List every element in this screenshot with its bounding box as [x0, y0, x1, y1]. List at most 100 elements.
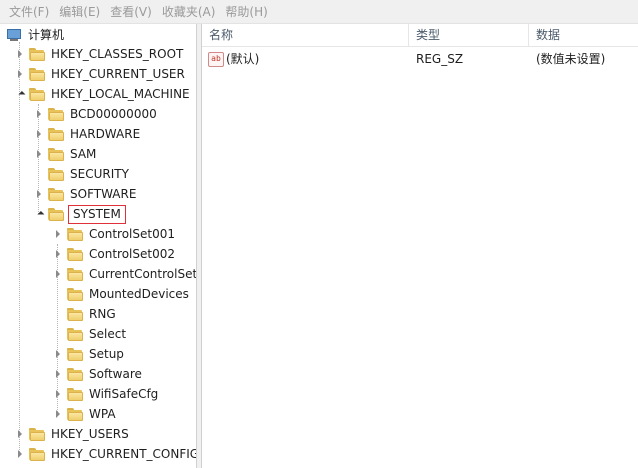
- tree-node[interactable]: SYSTEM: [33, 204, 126, 224]
- tree-node[interactable]: HKEY_CURRENT_CONFIG: [14, 444, 196, 464]
- tree-node[interactable]: SAM: [33, 144, 98, 164]
- tree-node[interactable]: ControlSet002: [52, 244, 177, 264]
- expand-arrow-icon[interactable]: [33, 104, 45, 124]
- registry-tree[interactable]: 计算机 HKEY_CLASSES_ROOT HKEY_CURRENT_USER HK…: [0, 24, 197, 468]
- tree-node-label: Setup: [89, 347, 124, 361]
- tree-node-label: HARDWARE: [70, 127, 141, 141]
- tree-root-computer[interactable]: 计算机: [6, 25, 66, 45]
- tree-node[interactable]: RNG: [52, 304, 118, 324]
- tree-node[interactable]: HKEY_CURRENT_USER: [14, 64, 187, 84]
- expand-arrow-icon[interactable]: [14, 444, 26, 464]
- folder-icon: [47, 207, 65, 221]
- tree-node[interactable]: MountedDevices: [52, 284, 191, 304]
- tree-node-label: ControlSet001: [89, 227, 175, 241]
- folder-icon: [66, 367, 84, 381]
- tree-node[interactable]: HARDWARE: [33, 124, 142, 144]
- folder-icon: [66, 387, 84, 401]
- tree-node-label: RNG: [89, 307, 116, 321]
- folder-icon: [66, 407, 84, 421]
- tree-node[interactable]: BCD00000000: [33, 104, 159, 124]
- menu-item-4[interactable]: 帮助(H): [220, 0, 272, 24]
- tree-node[interactable]: CurrentControlSet: [52, 264, 197, 284]
- expand-arrow-icon[interactable]: [33, 184, 45, 204]
- tree-node-label: WifiSafeCfg: [89, 387, 159, 401]
- column-header-name[interactable]: 名称: [202, 24, 409, 46]
- tree-node[interactable]: SOFTWARE: [33, 184, 138, 204]
- expand-arrow-icon[interactable]: [52, 224, 64, 244]
- expand-arrow-icon[interactable]: [52, 384, 64, 404]
- column-header-data[interactable]: 数据: [529, 24, 638, 46]
- folder-icon: [47, 107, 65, 121]
- folder-icon: [47, 167, 65, 181]
- tree-node[interactable]: HKEY_LOCAL_MACHINE: [14, 84, 192, 104]
- expand-arrow-icon[interactable]: [52, 244, 64, 264]
- tree-node-label: Software: [89, 367, 142, 381]
- computer-icon: [6, 28, 22, 42]
- folder-icon: [66, 347, 84, 361]
- tree-node[interactable]: Select: [52, 324, 128, 344]
- expand-arrow-icon[interactable]: [52, 404, 64, 424]
- menu-item-2[interactable]: 查看(V): [105, 0, 157, 24]
- tree-node-label: SOFTWARE: [70, 187, 137, 201]
- folder-icon: [28, 47, 46, 61]
- menu-item-3[interactable]: 收藏夹(A): [157, 0, 221, 24]
- tree-node[interactable]: Setup: [52, 344, 126, 364]
- tree-node-label: WPA: [89, 407, 116, 421]
- tree-node-label: HKEY_CURRENT_USER: [51, 67, 185, 81]
- tree-node-label: HKEY_LOCAL_MACHINE: [51, 87, 190, 101]
- tree-node-label: BCD00000000: [70, 107, 157, 121]
- folder-icon: [28, 87, 46, 101]
- value-type: REG_SZ: [416, 52, 464, 66]
- expand-arrow-icon[interactable]: [14, 424, 26, 444]
- menu-item-1[interactable]: 编辑(E): [54, 0, 105, 24]
- expand-arrow-icon[interactable]: [14, 64, 26, 84]
- tree-root-label: 计算机: [28, 28, 65, 42]
- folder-icon: [66, 287, 84, 301]
- expand-arrow-icon[interactable]: [52, 264, 64, 284]
- string-value-icon: ab: [208, 52, 224, 67]
- tree-node[interactable]: WifiSafeCfg: [52, 384, 160, 404]
- folder-icon: [66, 307, 84, 321]
- folder-icon: [66, 247, 84, 261]
- expand-arrow-icon[interactable]: [52, 364, 64, 384]
- folder-icon: [47, 187, 65, 201]
- collapse-arrow-icon[interactable]: [33, 204, 45, 224]
- value-row-default[interactable]: ab (默认) REG_SZ (数值未设置): [202, 48, 638, 70]
- tree-node[interactable]: SECURITY: [33, 164, 131, 184]
- tree-node-label: SYSTEM: [68, 204, 126, 224]
- folder-icon: [28, 427, 46, 441]
- expand-arrow-icon[interactable]: [52, 344, 64, 364]
- tree-node-label: CurrentControlSet: [89, 267, 197, 281]
- tree-node[interactable]: HKEY_CLASSES_ROOT: [14, 44, 185, 64]
- expand-arrow-icon[interactable]: [33, 124, 45, 144]
- folder-icon: [47, 127, 65, 141]
- expand-arrow-icon[interactable]: [33, 144, 45, 164]
- tree-node-label: ControlSet002: [89, 247, 175, 261]
- value-name: (默认): [226, 52, 260, 66]
- folder-icon: [66, 267, 84, 281]
- tree-node-label: HKEY_USERS: [51, 427, 129, 441]
- folder-icon: [66, 327, 84, 341]
- tree-node[interactable]: HKEY_USERS: [14, 424, 131, 444]
- values-list[interactable]: 名称 类型 数据 ab (默认) REG_SZ (数值未设置): [201, 24, 638, 468]
- tree-node[interactable]: ControlSet001: [52, 224, 177, 244]
- tree-node[interactable]: Software: [52, 364, 144, 384]
- value-data: (数值未设置): [536, 52, 606, 66]
- expand-arrow-icon[interactable]: [14, 44, 26, 64]
- tree-node[interactable]: WPA: [52, 404, 118, 424]
- folder-icon: [28, 447, 46, 461]
- menu-bar: 文件(F) 编辑(E) 查看(V) 收藏夹(A) 帮助(H): [0, 0, 638, 24]
- column-header-type[interactable]: 类型: [409, 24, 529, 46]
- list-column-headers: 名称 类型 数据: [202, 24, 638, 47]
- menu-item-0[interactable]: 文件(F): [4, 0, 54, 24]
- value-name-cell: ab (默认): [202, 48, 409, 70]
- tree-node-label: HKEY_CLASSES_ROOT: [51, 47, 184, 61]
- folder-icon: [47, 147, 65, 161]
- tree-node-label: SECURITY: [70, 167, 129, 181]
- tree-node-label: Select: [89, 327, 127, 341]
- folder-icon: [66, 227, 84, 241]
- collapse-arrow-icon[interactable]: [14, 84, 26, 104]
